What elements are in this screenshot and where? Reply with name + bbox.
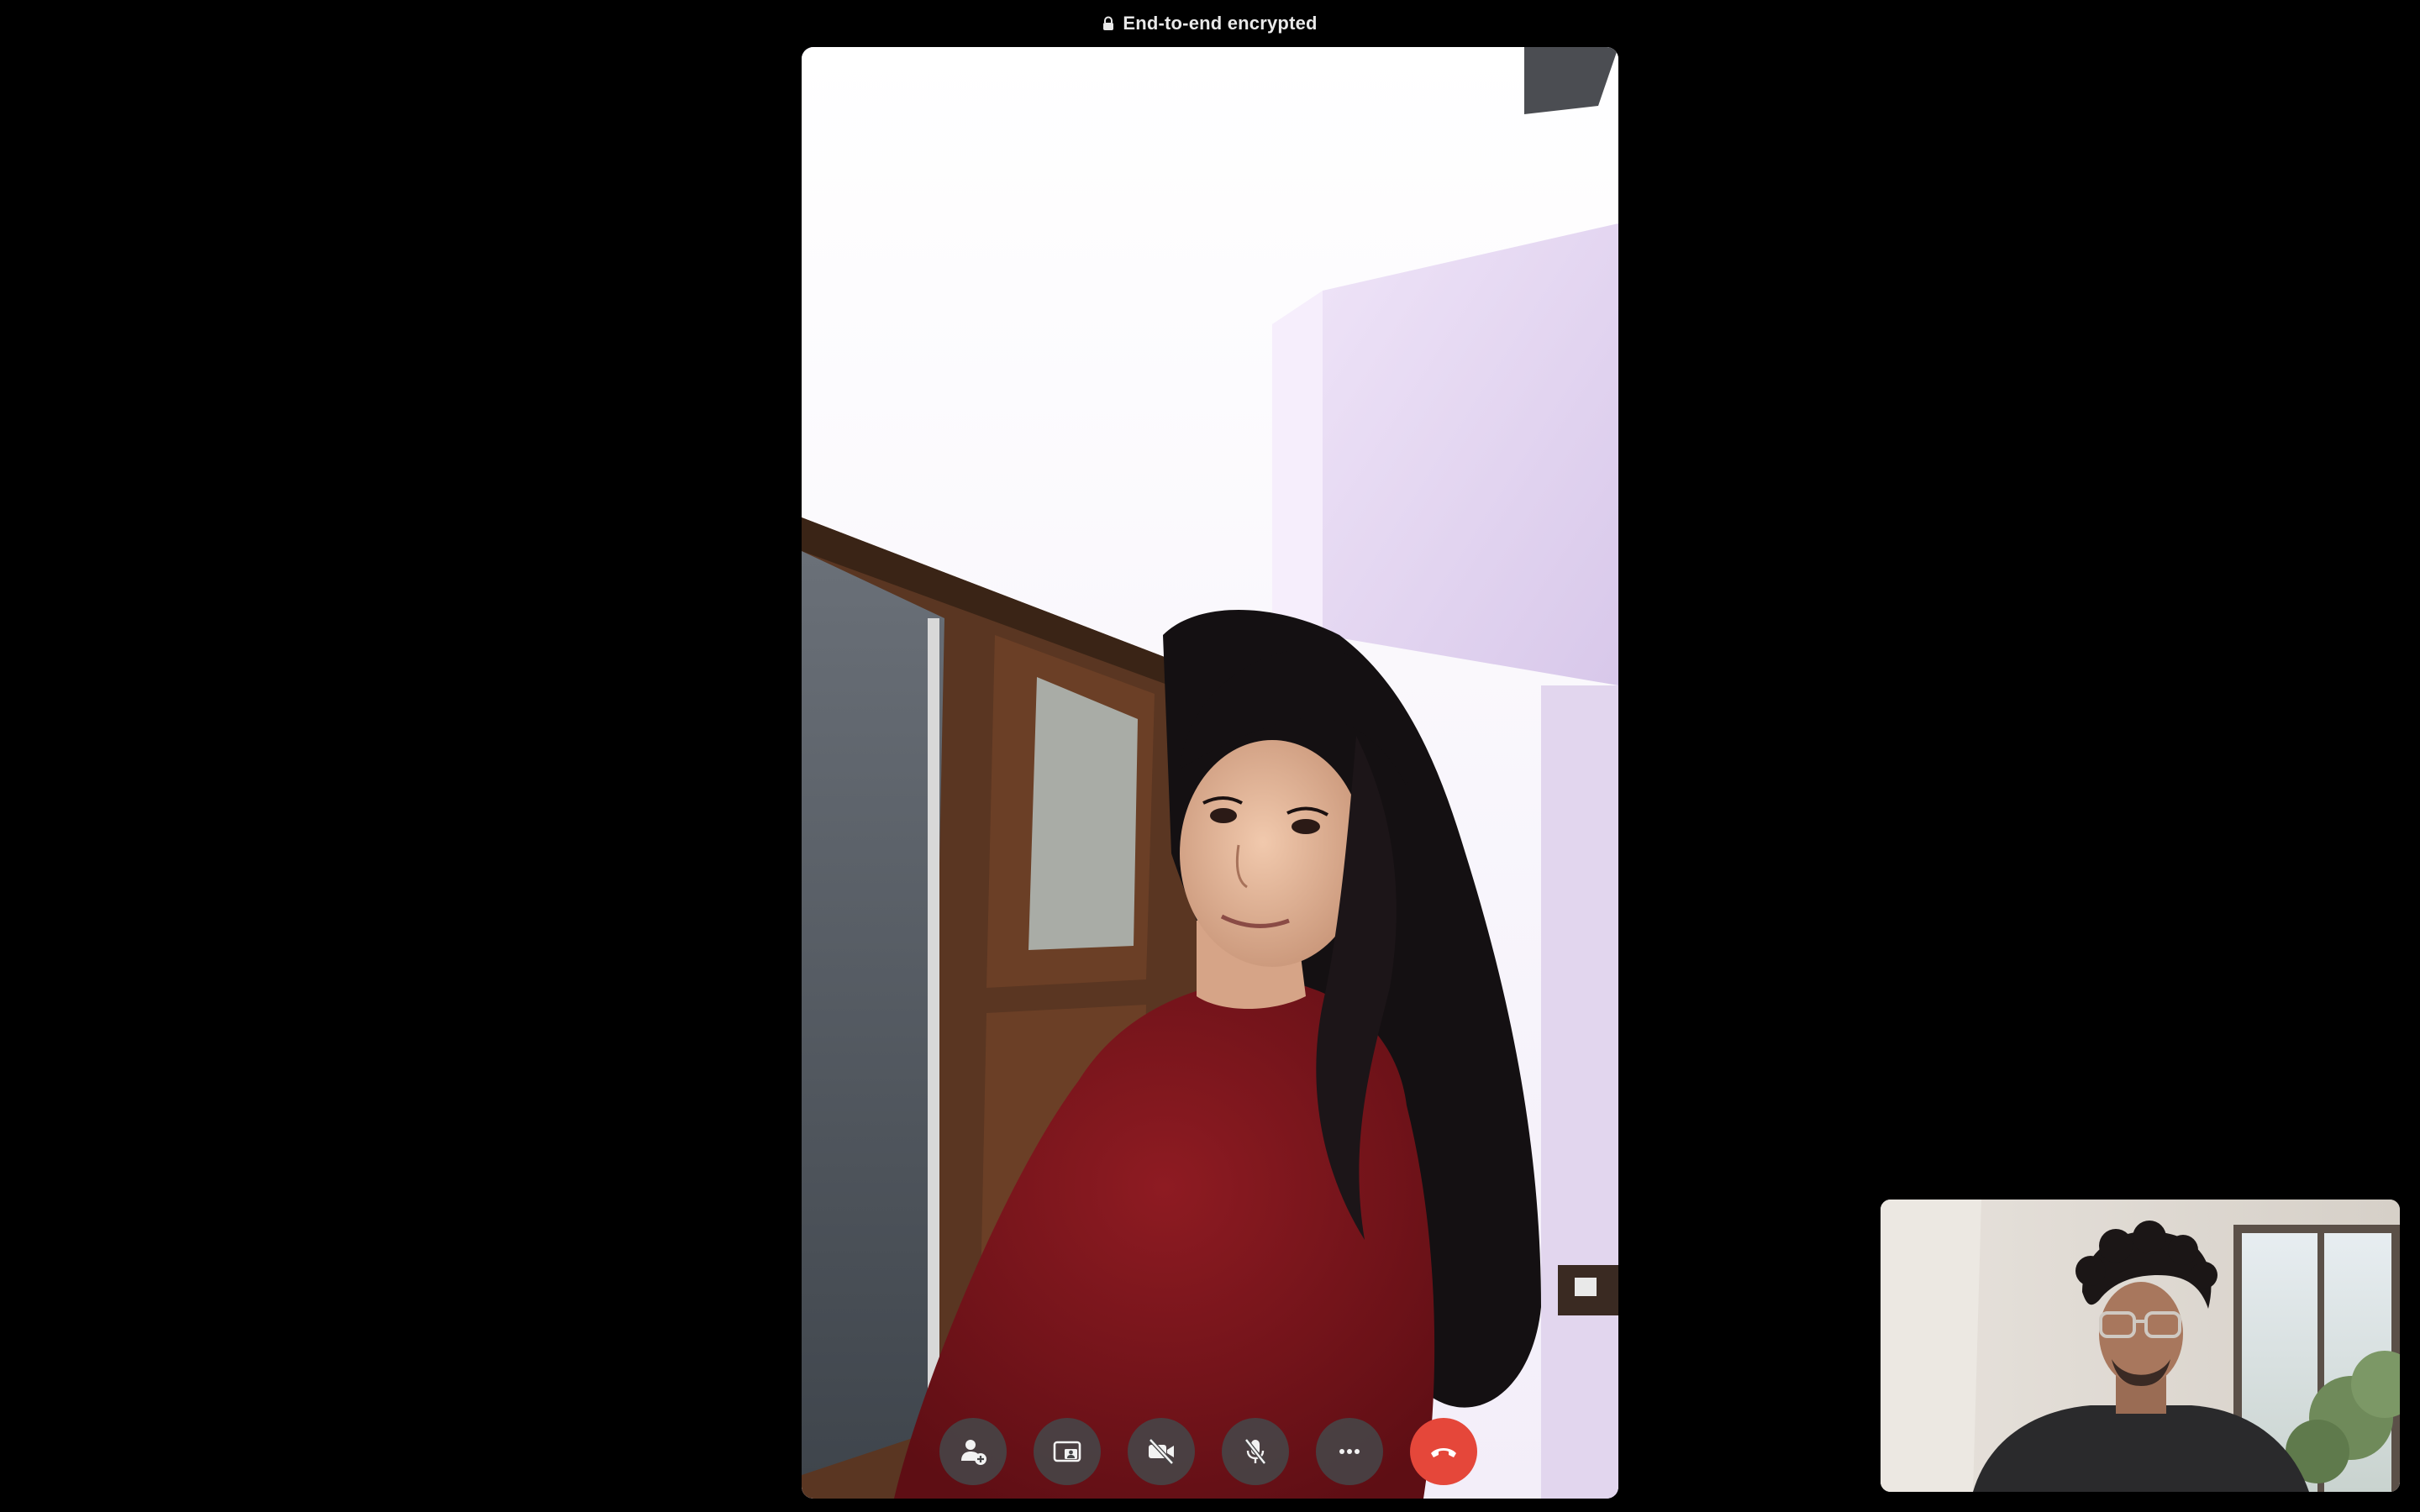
screen-share-icon — [1053, 1441, 1081, 1462]
self-video-frame — [1881, 1200, 2400, 1492]
camera-toggle-button[interactable] — [1128, 1418, 1195, 1485]
remote-video-frame — [802, 47, 1618, 1499]
self-preview-video[interactable] — [1881, 1200, 2400, 1492]
person-add-icon — [961, 1440, 986, 1465]
phone-hangup-icon — [1431, 1448, 1456, 1457]
video-call-window: End-to-end encrypted — [0, 0, 2420, 1512]
share-screen-button[interactable] — [1034, 1418, 1101, 1485]
end-call-button[interactable] — [1410, 1418, 1477, 1485]
more-horizontal-icon — [1339, 1449, 1360, 1454]
call-controls — [939, 1418, 1477, 1485]
add-participant-button[interactable] — [939, 1418, 1007, 1485]
lock-icon — [1103, 16, 1114, 30]
mic-off-icon — [1244, 1438, 1266, 1465]
video-off-icon — [1149, 1438, 1174, 1465]
encryption-label: End-to-end encrypted — [1123, 13, 1318, 34]
encryption-banner: End-to-end encrypted — [0, 10, 2420, 37]
mute-button[interactable] — [1222, 1418, 1289, 1485]
remote-participant-video[interactable] — [802, 47, 1618, 1499]
more-options-button[interactable] — [1316, 1418, 1383, 1485]
